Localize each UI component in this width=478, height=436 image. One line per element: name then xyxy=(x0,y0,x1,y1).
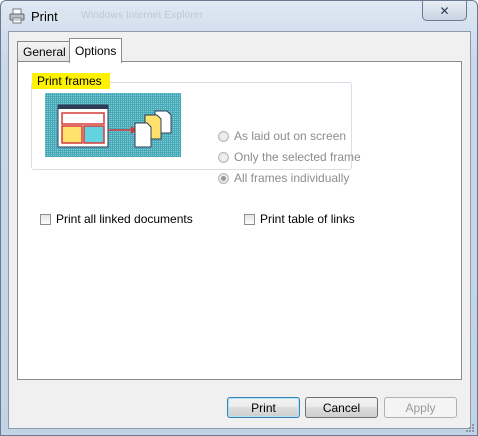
tab-general[interactable]: General xyxy=(17,41,72,62)
radio-as-laid-out-label: As laid out on screen xyxy=(234,129,347,143)
tab-general-label: General xyxy=(23,45,66,59)
printer-icon xyxy=(9,8,25,24)
print-button[interactable]: Print xyxy=(227,397,300,418)
dialog-client-area: General Options Print frames As laid out… xyxy=(8,31,471,429)
print-table-of-links-checkbox[interactable] xyxy=(244,213,255,225)
tab-options[interactable]: Options xyxy=(69,38,123,63)
browser-window-icon xyxy=(57,104,109,148)
cancel-button-label: Cancel xyxy=(322,400,361,415)
cancel-button[interactable]: Cancel xyxy=(305,397,378,418)
print-linked-documents-option[interactable]: Print all linked documents xyxy=(40,212,193,226)
tab-options-label: Options xyxy=(75,44,117,58)
window-title: Print xyxy=(31,9,58,24)
radio-as-laid-out-button[interactable] xyxy=(218,130,229,142)
close-icon: ✕ xyxy=(439,3,450,18)
print-table-of-links-label: Print table of links xyxy=(260,212,355,226)
radio-as-laid-out[interactable]: As laid out on screen xyxy=(218,129,346,143)
frames-illustration xyxy=(45,93,181,157)
print-button-label: Print xyxy=(251,400,276,415)
resize-grip-icon[interactable] xyxy=(463,421,475,433)
radio-all-frames[interactable]: All frames individually xyxy=(218,171,349,185)
apply-button-label: Apply xyxy=(405,400,436,415)
close-button[interactable]: ✕ xyxy=(422,1,467,21)
radio-selected-frame[interactable]: Only the selected frame xyxy=(218,150,361,164)
apply-button[interactable]: Apply xyxy=(384,397,457,418)
print-table-of-links-option[interactable]: Print table of links xyxy=(244,212,355,226)
print-frames-label: Print frames xyxy=(32,73,110,89)
print-dialog-window: Print Windows Internet Explorer ✕ Genera… xyxy=(0,0,478,436)
print-linked-documents-checkbox[interactable] xyxy=(40,213,51,225)
radio-all-frames-label: All frames individually xyxy=(234,171,350,185)
radio-selected-frame-button[interactable] xyxy=(218,151,229,163)
radio-selected-frame-label: Only the selected frame xyxy=(234,150,361,164)
print-linked-documents-label: Print all linked documents xyxy=(56,212,193,226)
title-bar[interactable]: Print Windows Internet Explorer ✕ xyxy=(1,1,477,31)
radio-all-frames-button[interactable] xyxy=(218,172,229,184)
background-window-title: Windows Internet Explorer xyxy=(81,10,204,21)
